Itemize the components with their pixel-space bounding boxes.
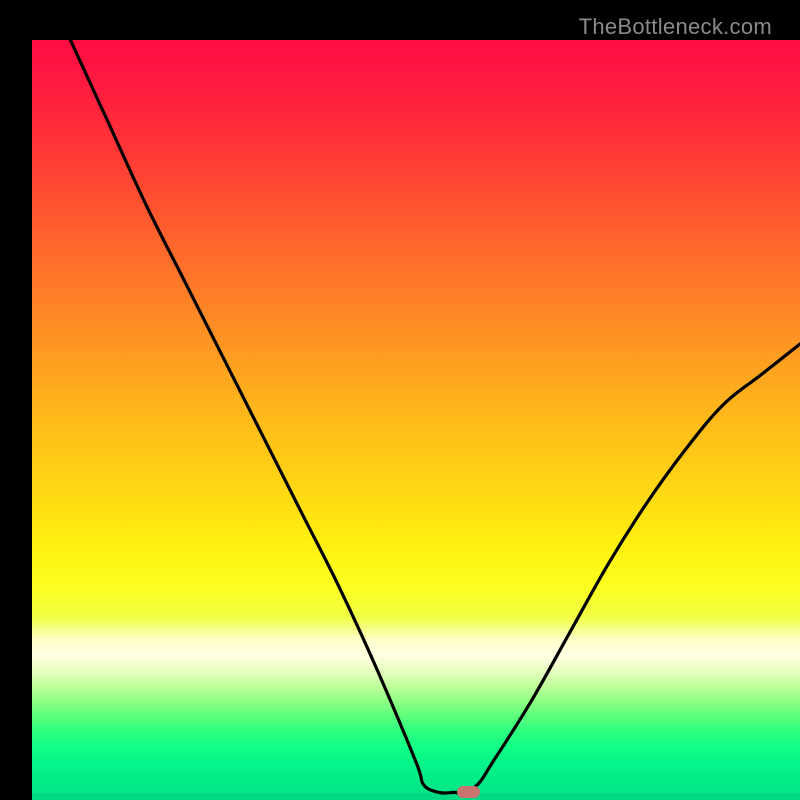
- plot-area: [32, 40, 800, 800]
- attribution-text: TheBottleneck.com: [579, 14, 772, 40]
- bottleneck-curve: [32, 40, 800, 800]
- optimal-marker: [457, 786, 480, 798]
- chart-frame: TheBottleneck.com: [16, 16, 784, 784]
- curve-path: [70, 40, 800, 793]
